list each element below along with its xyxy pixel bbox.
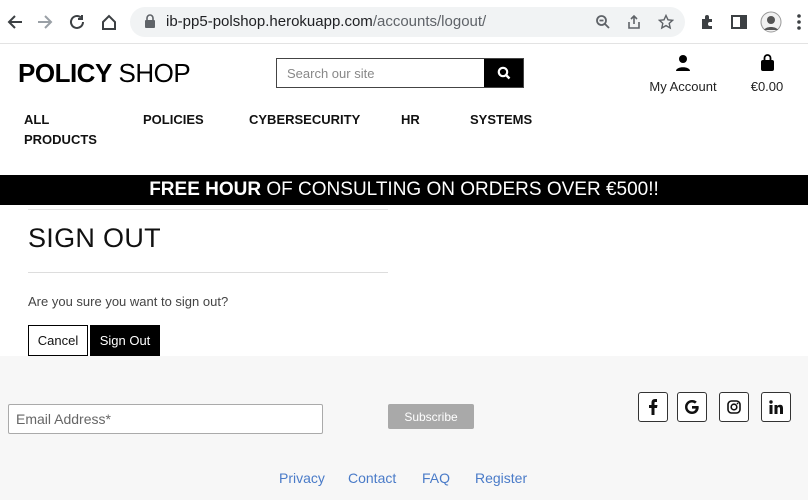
back-icon[interactable] xyxy=(4,11,26,33)
browser-menu-icon[interactable] xyxy=(788,11,808,33)
bag-total: €0.00 xyxy=(750,79,784,94)
footer-link-privacy[interactable]: Privacy xyxy=(279,470,325,486)
home-icon[interactable] xyxy=(98,11,120,33)
reload-icon[interactable] xyxy=(66,11,88,33)
promo-banner: FREE HOUR OF CONSULTING ON ORDERS OVER €… xyxy=(0,175,808,205)
forward-icon[interactable] xyxy=(34,11,56,33)
search-icon xyxy=(497,66,510,80)
my-account-label: My Account xyxy=(649,79,717,94)
nav-cybersecurity[interactable]: CYBERSECURITY xyxy=(249,110,360,130)
user-icon xyxy=(676,55,690,71)
nav-all-products[interactable]: ALL PRODUCTS xyxy=(24,110,97,150)
side-panel-icon[interactable] xyxy=(728,11,750,33)
divider xyxy=(28,209,388,210)
nav-policies[interactable]: POLICIES xyxy=(143,110,204,130)
facebook-icon[interactable] xyxy=(638,392,668,422)
main-nav: ALL PRODUCTS POLICIES CYBERSECURITY HR SY… xyxy=(0,110,808,154)
my-account-link[interactable]: My Account xyxy=(646,54,720,94)
search-button[interactable] xyxy=(484,59,523,87)
site-logo[interactable]: POLICY SHOP xyxy=(18,58,191,89)
footer-link-faq[interactable]: FAQ xyxy=(422,470,450,486)
site-footer: Subscribe Privacy Contact FAQ Register xyxy=(0,356,808,500)
page-title: SIGN OUT xyxy=(28,223,161,253)
linkedin-icon[interactable] xyxy=(761,392,791,422)
subscribe-button[interactable]: Subscribe xyxy=(388,404,474,429)
shopping-bag-link[interactable]: €0.00 xyxy=(742,54,792,94)
shopping-bag-icon xyxy=(760,54,774,71)
divider xyxy=(28,272,388,273)
url-text: ib-pp5-polshop.herokuapp.com/accounts/lo… xyxy=(166,13,487,30)
instagram-icon[interactable] xyxy=(719,392,749,422)
search-form xyxy=(276,58,524,88)
bookmark-star-icon[interactable] xyxy=(656,12,676,32)
nav-hr[interactable]: HR xyxy=(401,110,420,130)
footer-link-contact[interactable]: Contact xyxy=(348,470,396,486)
zoom-icon[interactable] xyxy=(593,12,613,32)
signout-question: Are you sure you want to sign out? xyxy=(28,294,229,309)
footer-link-register[interactable]: Register xyxy=(475,470,527,486)
search-input[interactable] xyxy=(277,59,485,87)
cancel-button[interactable]: Cancel xyxy=(28,325,88,356)
sign-out-button[interactable]: Sign Out xyxy=(90,325,160,356)
browser-toolbar: ib-pp5-polshop.herokuapp.com/accounts/lo… xyxy=(0,0,808,44)
extensions-icon[interactable] xyxy=(696,11,718,33)
profile-avatar-icon[interactable] xyxy=(760,11,782,33)
lock-icon xyxy=(144,14,156,28)
google-icon[interactable] xyxy=(677,392,707,422)
newsletter-email-input[interactable] xyxy=(8,404,323,434)
share-icon[interactable] xyxy=(624,12,644,32)
address-bar[interactable]: ib-pp5-polshop.herokuapp.com/accounts/lo… xyxy=(130,7,685,37)
nav-systems[interactable]: SYSTEMS xyxy=(470,110,532,130)
